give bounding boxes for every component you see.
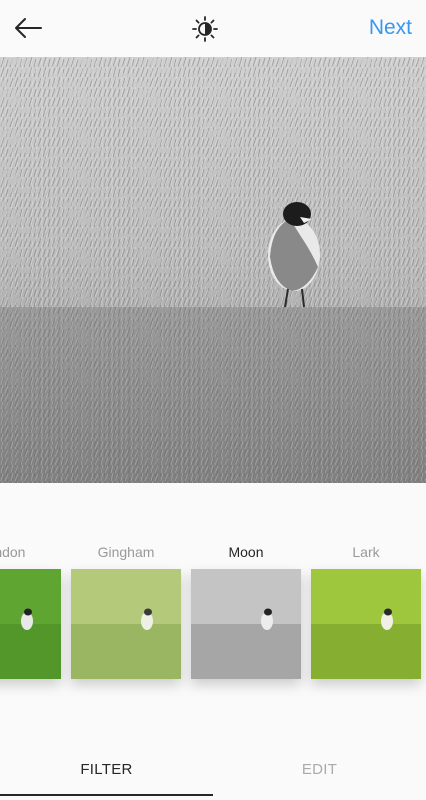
filter-item[interactable]: Gingham: [71, 540, 181, 679]
back-button[interactable]: [8, 10, 48, 46]
filter-name: endon: [0, 544, 26, 560]
lux-button[interactable]: [188, 12, 222, 46]
tab-edit[interactable]: EDIT: [213, 742, 426, 796]
filter-thumbnail[interactable]: [71, 569, 181, 679]
bottom-tabs: FILTER EDIT: [0, 742, 426, 800]
next-button[interactable]: Next: [369, 16, 412, 40]
filter-name: Moon: [228, 544, 264, 560]
tab-filter[interactable]: FILTER: [0, 742, 213, 796]
arrow-left-icon: [15, 18, 42, 38]
filter-item-selected[interactable]: Moon: [191, 540, 301, 679]
filter-name: Lark: [352, 544, 380, 560]
filter-thumbnail[interactable]: [311, 569, 421, 679]
filter-strip: endon Gingham Moon: [0, 540, 426, 700]
brightness-icon: [192, 16, 218, 42]
photo-preview: [0, 57, 426, 483]
filter-item[interactable]: endon: [0, 540, 61, 679]
top-bar: Next: [0, 0, 426, 58]
filter-thumbnail[interactable]: [191, 569, 301, 679]
filter-name: Gingham: [97, 544, 155, 560]
filter-item[interactable]: Lark: [311, 540, 421, 679]
filter-thumbnail[interactable]: [0, 569, 61, 679]
active-tab-indicator: [0, 794, 213, 796]
